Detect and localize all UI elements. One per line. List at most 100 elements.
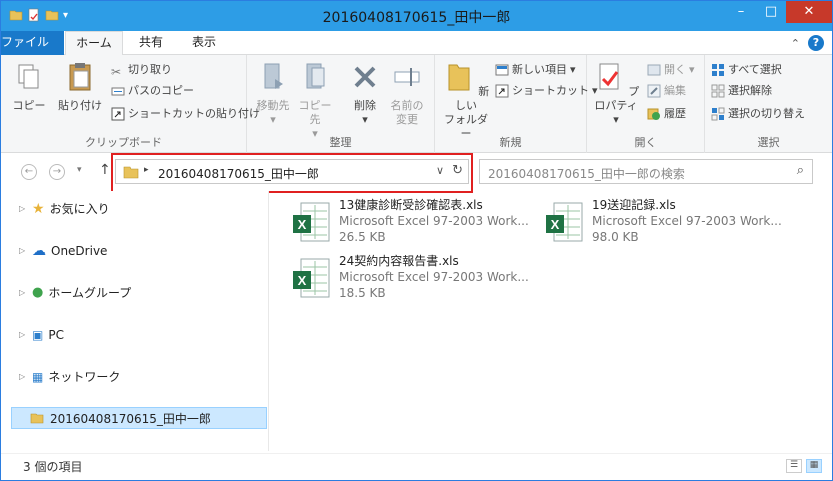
nav-label-favorites: お気に入り xyxy=(49,202,110,216)
paste-shortcut-button[interactable]: ショートカットの貼り付け xyxy=(111,105,260,123)
file-meta: 24契約内容報告書.xls Microsoft Excel 97-2003 Wo… xyxy=(339,253,529,309)
expand-arrow-icon[interactable]: ▷ xyxy=(19,240,27,262)
file-name: 19送迎記録.xls xyxy=(592,198,676,212)
nav-item-favorites[interactable]: ▷ ★ お気に入り xyxy=(19,198,110,220)
invert-selection-button[interactable]: 選択の切り替え xyxy=(711,105,805,123)
up-button[interactable]: ↑ xyxy=(99,162,111,178)
large-icons-view-icon[interactable]: ▦ xyxy=(806,459,822,473)
ribbon-controls: ⌃ ? xyxy=(791,35,824,51)
new-folder-button[interactable]: 新しい フォルダー xyxy=(441,61,491,141)
recent-locations-icon[interactable]: ▾ xyxy=(77,165,82,175)
file-size: 98.0 KB xyxy=(592,230,639,244)
search-icon[interactable]: ⌕ xyxy=(797,163,804,178)
select-all-icon xyxy=(712,64,724,76)
expand-arrow-icon[interactable]: ▷ xyxy=(19,324,27,346)
open-button[interactable]: 開く ▾ xyxy=(647,61,695,79)
new-item-button[interactable]: 新しい項目 ▾ xyxy=(495,61,576,79)
nav-item-network[interactable]: ▷ ▦ ネットワーク xyxy=(19,366,120,388)
file-meta: 19送迎記録.xls Microsoft Excel 97-2003 Work.… xyxy=(592,197,782,253)
tab-home[interactable]: ホーム xyxy=(65,31,123,56)
svg-text:X: X xyxy=(298,217,307,232)
file-size: 26.5 KB xyxy=(339,230,386,244)
expand-arrow-icon[interactable]: ▷ xyxy=(19,198,27,220)
paste-shortcut-label: ショートカットの貼り付け xyxy=(128,107,260,120)
select-none-button[interactable]: 選択解除 xyxy=(711,82,772,100)
clipboard-group: コピー 貼り付け ✂ 切り取り パスのコピー ショートカットの貼り付け クリップ… xyxy=(1,55,260,153)
help-icon[interactable]: ? xyxy=(808,35,824,51)
search-placeholder[interactable]: 20160408170615_田中一郎の検索 xyxy=(488,165,685,182)
rename-icon xyxy=(394,68,420,86)
delete-button[interactable]: 削除 ▾ xyxy=(345,61,385,127)
select-group-label: 選択 xyxy=(757,136,780,149)
minimize-button[interactable]: – xyxy=(726,1,756,23)
file-size: 18.5 KB xyxy=(339,286,386,300)
list-item[interactable]: X 13健康診断受診確認表.xls Microsoft Excel 97-200… xyxy=(291,197,529,253)
back-button[interactable]: ← xyxy=(21,164,37,180)
window-title: 20160408170615_田中一郎 xyxy=(322,10,511,26)
copy-to-button[interactable]: コピー先 ▾ xyxy=(295,61,335,141)
nav-label-homegroup: ホームグループ xyxy=(48,286,132,300)
view-switcher: ☰ ▦ xyxy=(786,459,822,473)
list-item[interactable]: X 24契約内容報告書.xls Microsoft Excel 97-2003 … xyxy=(291,253,529,309)
forward-button[interactable]: → xyxy=(49,164,65,180)
rename-label-1: 名前の xyxy=(390,99,424,112)
rename-button[interactable]: 名前の 変更 xyxy=(387,61,427,127)
tab-share[interactable]: 共有 xyxy=(125,31,177,55)
move-to-button[interactable]: 移動先 ▾ xyxy=(253,61,293,127)
expand-arrow-icon[interactable]: ▷ xyxy=(19,282,27,304)
nav-item-homegroup[interactable]: ▷ ● ホームグループ xyxy=(19,282,131,304)
details-view-icon[interactable]: ☰ xyxy=(786,459,802,473)
invert-selection-icon xyxy=(711,107,725,121)
maximize-button[interactable]: □ xyxy=(756,1,786,23)
item-count: 3 個の項目 xyxy=(23,460,83,474)
select-all-button[interactable]: すべて選択 xyxy=(711,61,782,79)
open-icon xyxy=(647,64,661,76)
close-button[interactable]: ✕ xyxy=(786,1,832,23)
excel-file-icon: X xyxy=(546,202,583,242)
nav-label-pc: PC xyxy=(48,328,64,342)
cloud-icon: ☁ xyxy=(32,243,46,259)
open-label: 開く xyxy=(664,63,686,76)
nav-item-pc[interactable]: ▷ ▣ PC xyxy=(19,324,64,346)
new-group: 新しい フォルダー 新しい項目 ▾ ショートカット ▾ 新規 xyxy=(435,55,598,153)
edit-button[interactable]: 編集 xyxy=(647,82,686,100)
edit-label: 編集 xyxy=(664,84,686,97)
history-button[interactable]: 履歴 xyxy=(647,105,686,123)
organize-group: 移動先 ▾ コピー先 ▾ 削除 ▾ 名前の 変更 整理 xyxy=(247,55,435,153)
paste-label: 貼り付け xyxy=(58,99,102,112)
cut-button[interactable]: ✂ 切り取り xyxy=(111,61,172,79)
file-list: X 13健康診断受診確認表.xls Microsoft Excel 97-200… xyxy=(269,191,832,451)
nav-item-current-folder[interactable]: 20160408170615_田中一郎 xyxy=(11,407,267,429)
expand-ribbon-icon[interactable]: ⌃ xyxy=(791,37,800,50)
new-group-label: 新規 xyxy=(499,136,522,149)
copy-icon xyxy=(18,64,39,89)
ribbon-tabs: ファイル ホーム 共有 表示 xyxy=(1,31,832,87)
copy-to-label: コピー先 xyxy=(298,99,332,126)
nav-item-onedrive[interactable]: ▷ ☁ OneDrive xyxy=(19,240,107,262)
paste-icon xyxy=(69,63,91,91)
copy-path-icon xyxy=(111,87,125,96)
organize-group-label: 整理 xyxy=(329,136,352,149)
navigation-bar: ← → ▾ ↑ ▸ 20160408170615_田中一郎 ∨ ↻ 201604… xyxy=(1,153,832,193)
copy-path-button[interactable]: パスのコピー xyxy=(111,82,194,100)
search-box[interactable]: 20160408170615_田中一郎の検索 ⌕ xyxy=(479,159,813,184)
expand-arrow-icon[interactable]: ▷ xyxy=(19,366,27,388)
title-bar[interactable]: ▾ 20160408170615_田中一郎 – □ ✕ xyxy=(1,1,832,31)
homegroup-icon: ● xyxy=(32,285,44,300)
properties-button[interactable]: プロパティ ▾ xyxy=(591,61,641,127)
address-highlight-box xyxy=(111,153,473,193)
copy-button[interactable]: コピー xyxy=(9,61,49,113)
file-name: 24契約内容報告書.xls xyxy=(339,254,459,268)
easy-access-button[interactable]: ショートカット ▾ xyxy=(495,82,598,100)
network-icon: ▦ xyxy=(32,370,44,384)
svg-text:X: X xyxy=(551,217,560,232)
paste-button[interactable]: 貼り付け xyxy=(57,61,103,113)
tab-view[interactable]: 表示 xyxy=(181,31,227,55)
list-item[interactable]: X 19送迎記録.xls Microsoft Excel 97-2003 Wor… xyxy=(544,197,782,253)
window-controls: – □ ✕ xyxy=(726,1,832,23)
new-folder-icon xyxy=(448,64,470,91)
folder-icon xyxy=(30,413,44,424)
easy-access-label: ショートカット xyxy=(512,84,589,97)
move-to-label: 移動先 xyxy=(256,99,290,112)
properties-check-icon xyxy=(599,63,619,90)
